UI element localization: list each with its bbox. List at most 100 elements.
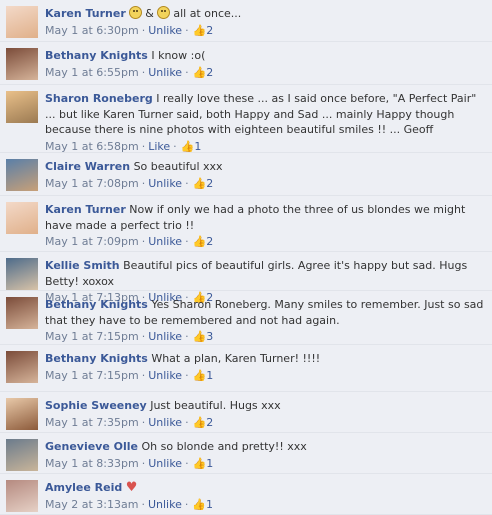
commenter-name-link[interactable]: Amylee Reid xyxy=(45,481,122,494)
comment-row: Sharon Roneberg I really love these ... … xyxy=(0,85,492,153)
separator-dot: · xyxy=(141,497,145,511)
comment-timestamp[interactable]: May 1 at 7:15pm xyxy=(45,330,139,343)
comment-text: & xyxy=(145,7,154,20)
genevieve-olle-avatar[interactable] xyxy=(6,439,38,471)
separator-dot: · xyxy=(141,235,146,248)
unlike-link[interactable]: Unlike xyxy=(148,416,182,429)
commenter-name-link[interactable]: Sharon Roneberg xyxy=(45,92,153,105)
separator-dot: · xyxy=(185,368,189,382)
karen-turner-avatar[interactable] xyxy=(6,6,38,38)
comment-meta: May 1 at 7:15pm · Unlike · 👍3 xyxy=(45,329,484,345)
like-count[interactable]: 2 xyxy=(206,24,213,37)
like-count[interactable]: 2 xyxy=(206,416,213,429)
comment-text: So beautiful xxx xyxy=(133,160,223,173)
commenter-name-link[interactable]: Genevieve Olle xyxy=(45,440,138,453)
comment-timestamp[interactable]: May 1 at 7:15pm xyxy=(45,369,139,382)
separator-dot: · xyxy=(185,23,189,37)
comment-text-line: Bethany Knights I know :o( xyxy=(45,48,484,64)
thumbs-up-icon[interactable]: 👍 xyxy=(193,369,207,382)
comment-timestamp[interactable]: May 1 at 6:58pm xyxy=(45,140,139,153)
unlike-link[interactable]: Unlike xyxy=(148,330,182,343)
claire-warren-avatar[interactable] xyxy=(6,159,38,191)
unlike-link[interactable]: Unlike xyxy=(148,498,182,511)
thumbs-up-icon[interactable]: 👍 xyxy=(181,140,195,153)
thumbs-up-icon[interactable]: 👍 xyxy=(192,498,206,511)
comment-timestamp[interactable]: May 2 at 3:13am xyxy=(45,498,138,511)
comment-body: Genevieve Olle Oh so blonde and pretty!!… xyxy=(45,439,484,471)
separator-dot: · xyxy=(141,65,146,79)
thumbs-up-icon[interactable]: 👍 xyxy=(193,177,207,190)
comment-text-line: Karen Turner & all at once... xyxy=(45,6,484,22)
kellie-smith-avatar[interactable] xyxy=(6,258,38,290)
unlike-link[interactable]: Unlike xyxy=(148,66,182,79)
commenter-name-link[interactable]: Karen Turner xyxy=(45,7,126,20)
bethany-knights-avatar[interactable] xyxy=(6,48,38,80)
comment-timestamp[interactable]: May 1 at 8:33pm xyxy=(45,457,139,470)
comment-text-line: Claire Warren So beautiful xxx xyxy=(45,159,484,175)
like-count[interactable]: 2 xyxy=(206,177,213,190)
comment-body: Claire Warren So beautiful xxx May 1 at 7… xyxy=(45,159,484,191)
comment-row: Bethany Knights Yes Sharon Roneberg. Man… xyxy=(0,291,492,345)
thumbs-up-icon[interactable]: 👍 xyxy=(193,457,207,470)
comment-body: Bethany Knights Yes Sharon Roneberg. Man… xyxy=(45,297,484,345)
like-count[interactable]: 1 xyxy=(206,457,213,470)
commenter-name-link[interactable]: Claire Warren xyxy=(45,160,130,173)
thumbs-up-icon[interactable]: 👍 xyxy=(193,66,207,79)
frown-emoticon-icon xyxy=(156,6,170,19)
comment-meta: May 1 at 8:33pm · Unlike · 👍1 xyxy=(45,456,484,472)
like-count[interactable]: 1 xyxy=(206,498,213,511)
comment-text: all at once... xyxy=(173,7,242,20)
bethany-knights-avatar[interactable] xyxy=(6,297,38,329)
comment-timestamp[interactable]: May 1 at 6:30pm xyxy=(45,24,139,37)
thumbs-up-icon[interactable]: 👍 xyxy=(193,235,207,248)
sophie-sweeney-avatar[interactable] xyxy=(6,398,38,430)
comment-text: Oh so blonde and pretty!! xxx xyxy=(141,440,307,453)
comment-body: Sophie Sweeney Just beautiful. Hugs xxx M… xyxy=(45,398,484,430)
commenter-name-link[interactable]: Bethany Knights xyxy=(45,298,148,311)
comment-row: Kellie Smith Beautiful pics of beautiful… xyxy=(0,252,492,304)
comment-text-line: Sharon Roneberg I really love these ... … xyxy=(45,91,484,138)
comment-meta: May 2 at 3:13am · Unlike · 👍1 xyxy=(45,497,484,513)
comment-body: Bethany Knights What a plan, Karen Turne… xyxy=(45,351,484,383)
karen-turner-avatar[interactable] xyxy=(6,202,38,234)
commenter-name-link[interactable]: Bethany Knights xyxy=(45,49,148,62)
separator-dot: · xyxy=(141,368,146,382)
like-count[interactable]: 1 xyxy=(194,140,201,153)
thumbs-up-icon[interactable]: 👍 xyxy=(193,416,207,429)
comment-body: Karen Turner Now if only we had a photo … xyxy=(45,202,484,250)
unlike-link[interactable]: Unlike xyxy=(148,457,182,470)
unlike-link[interactable]: Unlike xyxy=(148,235,182,248)
like-count[interactable]: 1 xyxy=(206,369,213,382)
smile-emoticon-icon xyxy=(129,6,143,19)
comment-text: Just beautiful. Hugs xxx xyxy=(150,399,281,412)
separator-dot: · xyxy=(141,176,146,190)
commenter-name-link[interactable]: Sophie Sweeney xyxy=(45,399,147,412)
separator-dot: · xyxy=(173,139,177,153)
thumbs-up-icon[interactable]: 👍 xyxy=(193,330,207,343)
amylee-reid-avatar[interactable] xyxy=(6,480,38,512)
commenter-name-link[interactable]: Bethany Knights xyxy=(45,352,148,365)
comment-timestamp[interactable]: May 1 at 7:09pm xyxy=(45,235,139,248)
bethany-knights-avatar[interactable] xyxy=(6,351,38,383)
thumbs-up-icon[interactable]: 👍 xyxy=(193,24,207,37)
separator-dot: · xyxy=(185,330,189,343)
like-count[interactable]: 2 xyxy=(206,66,213,79)
comment-meta: May 1 at 6:55pm · Unlike · 👍2 xyxy=(45,65,484,81)
comment-timestamp[interactable]: May 1 at 7:35pm xyxy=(45,416,139,429)
like-count[interactable]: 3 xyxy=(206,330,213,343)
unlike-link[interactable]: Unlike xyxy=(148,177,182,190)
comment-timestamp[interactable]: May 1 at 6:55pm xyxy=(45,66,139,79)
sharon-roneberg-avatar[interactable] xyxy=(6,91,38,123)
separator-dot: · xyxy=(185,65,189,79)
commenter-name-link[interactable]: Kellie Smith xyxy=(45,259,120,272)
comment-timestamp[interactable]: May 1 at 7:08pm xyxy=(45,177,139,190)
comment-meta: May 1 at 7:08pm · Unlike · 👍2 xyxy=(45,176,484,192)
like-count[interactable]: 2 xyxy=(206,235,213,248)
comment-body: Amylee Reid ♥ May 2 at 3:13am · Unlike · 👍1 xyxy=(45,480,484,512)
unlike-link[interactable]: Unlike xyxy=(148,369,182,382)
unlike-link[interactable]: Unlike xyxy=(148,24,182,37)
comment-text-line: Bethany Knights What a plan, Karen Turne… xyxy=(45,351,484,367)
comment-row: Karen Turner & all at once... May 1 at 6:… xyxy=(0,0,492,42)
like-link[interactable]: Like xyxy=(148,140,170,153)
commenter-name-link[interactable]: Karen Turner xyxy=(45,203,126,216)
